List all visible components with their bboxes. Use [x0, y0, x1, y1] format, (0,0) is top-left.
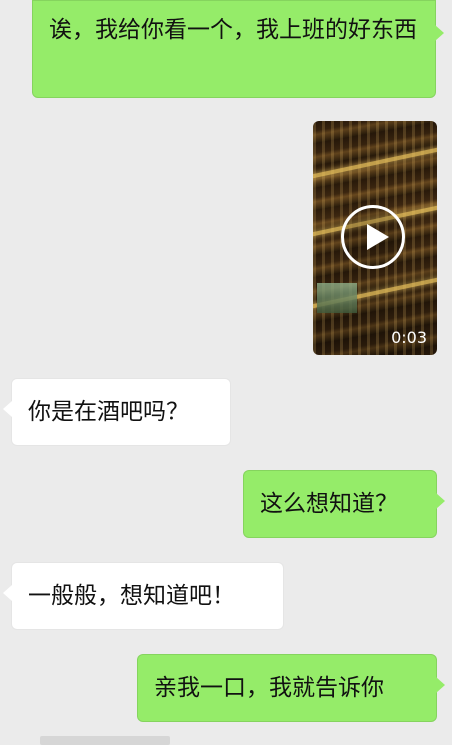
message-text: 这么想知道？ — [260, 491, 398, 517]
chat-container: 诶，我给你看一个，我上班的好东西 0:03 你是在酒吧吗？ 这么想知道？ 一般般… — [0, 0, 452, 745]
message-bubble-sent[interactable]: 这么想知道？ — [243, 470, 445, 538]
message-bubble-sent[interactable]: 亲我一口，我就告诉你 — [137, 654, 445, 722]
video-screen-glow — [317, 283, 357, 313]
message-text: 你是在酒吧吗？ — [28, 399, 189, 425]
message-bubble-sent[interactable]: 诶，我给你看一个，我上班的好东西 — [32, 0, 444, 98]
video-message[interactable]: 0:03 — [313, 121, 437, 355]
message-text: 诶，我给你看一个，我上班的好东西 — [49, 17, 417, 43]
message-text: 一般般，想知道吧！ — [28, 583, 235, 609]
video-duration: 0:03 — [391, 328, 427, 347]
message-text: 亲我一口，我就告诉你 — [154, 675, 384, 701]
partial-message-edge — [40, 736, 170, 745]
message-bubble-received[interactable]: 你是在酒吧吗？ — [3, 378, 231, 446]
play-icon[interactable] — [341, 205, 405, 269]
message-bubble-received[interactable]: 一般般，想知道吧！ — [3, 562, 284, 630]
